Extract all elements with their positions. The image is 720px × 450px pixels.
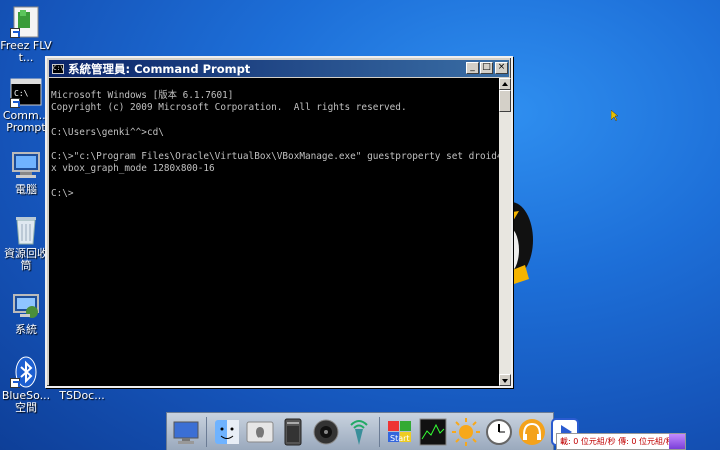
vertical-scrollbar[interactable] [499, 78, 511, 386]
cmd-app-icon: C:\ [52, 63, 64, 74]
finder-icon[interactable] [212, 417, 242, 447]
scroll-up-button[interactable] [499, 78, 511, 90]
mac-pro-icon[interactable] [278, 417, 308, 447]
console-line: C:\Users\genki^^>cd\ [51, 126, 164, 138]
desktop-icon-tsdoc[interactable]: TSDoc... [52, 390, 112, 402]
dock-separator [379, 416, 380, 447]
dock-bar: Start [166, 412, 579, 450]
sun-icon[interactable] [451, 417, 481, 447]
maximize-button[interactable]: □ [480, 62, 493, 74]
console-line: C:\>"c:\Program Files\Oracle\VirtualBox\… [51, 151, 499, 163]
start-icon[interactable]: Start [385, 417, 415, 447]
activity-monitor-icon[interactable] [418, 417, 448, 447]
freez-flv-icon [10, 6, 42, 38]
mouse-cursor-icon [611, 110, 619, 122]
dock-separator [206, 416, 207, 447]
computer-icon [10, 150, 42, 182]
apple-icon[interactable] [245, 417, 275, 447]
console-line: Copyright (c) 2009 Microsoft Corporation… [51, 102, 407, 114]
desktop-icon-label: TSDoc... [59, 389, 105, 402]
window-title: 系統管理員: Command Prompt [68, 61, 251, 76]
close-button[interactable]: × [495, 62, 508, 74]
monitor-icon[interactable] [171, 417, 201, 447]
console-output[interactable]: Microsoft Windows [版本 6.1.7601] Copyright… [49, 78, 499, 386]
network-meter-swatch [669, 434, 685, 449]
console-line: Microsoft Windows [版本 6.1.7601] [51, 90, 234, 102]
recycle-bin-icon [10, 214, 42, 246]
clock-icon[interactable] [484, 417, 514, 447]
scroll-down-button[interactable] [499, 374, 511, 386]
console-line: C:\> [51, 187, 74, 199]
bluetooth-icon [10, 356, 42, 388]
scroll-thumb[interactable] [499, 90, 511, 112]
headphones-icon[interactable] [517, 417, 547, 447]
wireless-icon[interactable] [344, 417, 374, 447]
network-meter-text: 載: 0 位元組/秒 傳: 0 位元組/秒 [560, 437, 669, 446]
minimize-button[interactable]: _ [466, 62, 479, 74]
command-prompt-icon: C:\ [10, 76, 42, 108]
command-prompt-window[interactable]: C:\ 系統管理員: Command Prompt _ □ × Microsof… [45, 56, 513, 388]
network-meter[interactable]: 載: 0 位元組/秒 傳: 0 位元組/秒 [556, 433, 686, 450]
window-titlebar[interactable]: C:\ 系統管理員: Command Prompt _ □ × [49, 60, 509, 77]
console-line: x vbox_graph_mode 1280x800-16 [51, 163, 215, 175]
svg-text:Start: Start [390, 434, 410, 443]
desktop-icon-label: BlueSo... 空間 [1, 389, 51, 414]
system-icon [10, 290, 42, 322]
svg-text:C:\: C:\ [14, 89, 29, 98]
speaker-icon[interactable] [311, 417, 341, 447]
